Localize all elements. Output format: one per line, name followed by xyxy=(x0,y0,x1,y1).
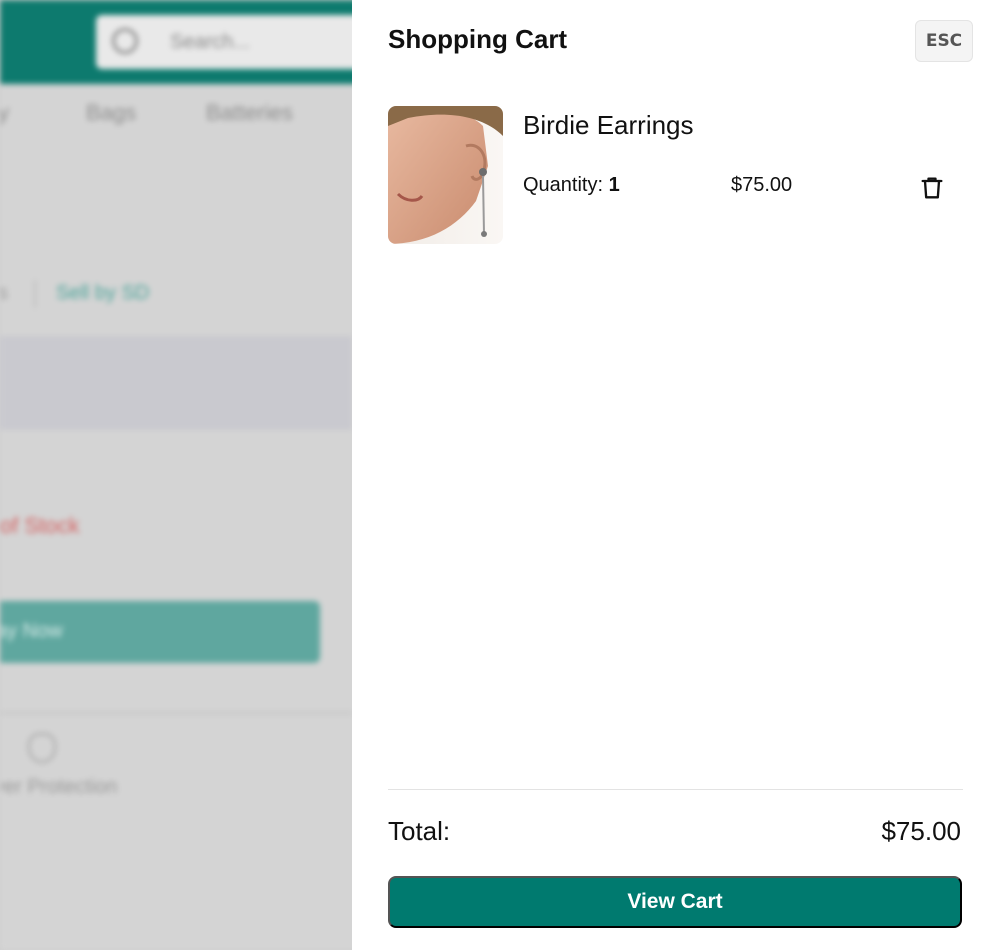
buy-now-label: ay Now xyxy=(0,620,63,642)
item-price: $75.00 xyxy=(731,174,793,196)
product-name[interactable]: Birdie Earrings xyxy=(523,110,694,141)
seller-link-row: s Sell by SD xyxy=(0,280,352,310)
close-button[interactable]: ESC xyxy=(915,20,973,62)
search-icon xyxy=(112,28,138,54)
search-placeholder: Search... xyxy=(170,31,251,53)
nav-item: Batteries xyxy=(206,100,293,125)
nav-item: ty xyxy=(0,100,10,125)
stock-status: of Stock xyxy=(0,513,80,538)
divider xyxy=(34,280,36,308)
shield-icon xyxy=(28,733,56,763)
divider xyxy=(0,712,352,714)
cart-drawer: Shopping Cart ESC Birdie Earrings Quanti… xyxy=(352,0,995,950)
trash-icon[interactable] xyxy=(918,174,946,202)
link-fragment: s xyxy=(0,282,8,304)
quantity-label: Quantity: xyxy=(523,174,609,196)
product-image[interactable] xyxy=(388,106,503,244)
buy-now-button: ay Now xyxy=(0,601,320,663)
divider xyxy=(388,789,963,790)
view-cart-button[interactable]: View Cart xyxy=(388,876,962,928)
nav-item: Bags xyxy=(86,100,137,125)
buyer-protection-label: yer Protection xyxy=(0,776,118,798)
seller-link: Sell by SD xyxy=(56,282,150,304)
cart-item: Birdie Earrings Quantity: 1 $75.00 xyxy=(388,106,963,244)
total-value: $75.00 xyxy=(881,816,961,846)
total-label: Total: xyxy=(388,816,451,846)
info-band xyxy=(0,336,352,430)
quantity: Quantity: 1 xyxy=(523,174,620,197)
quantity-value: 1 xyxy=(608,174,620,196)
drawer-title: Shopping Cart xyxy=(388,24,568,54)
